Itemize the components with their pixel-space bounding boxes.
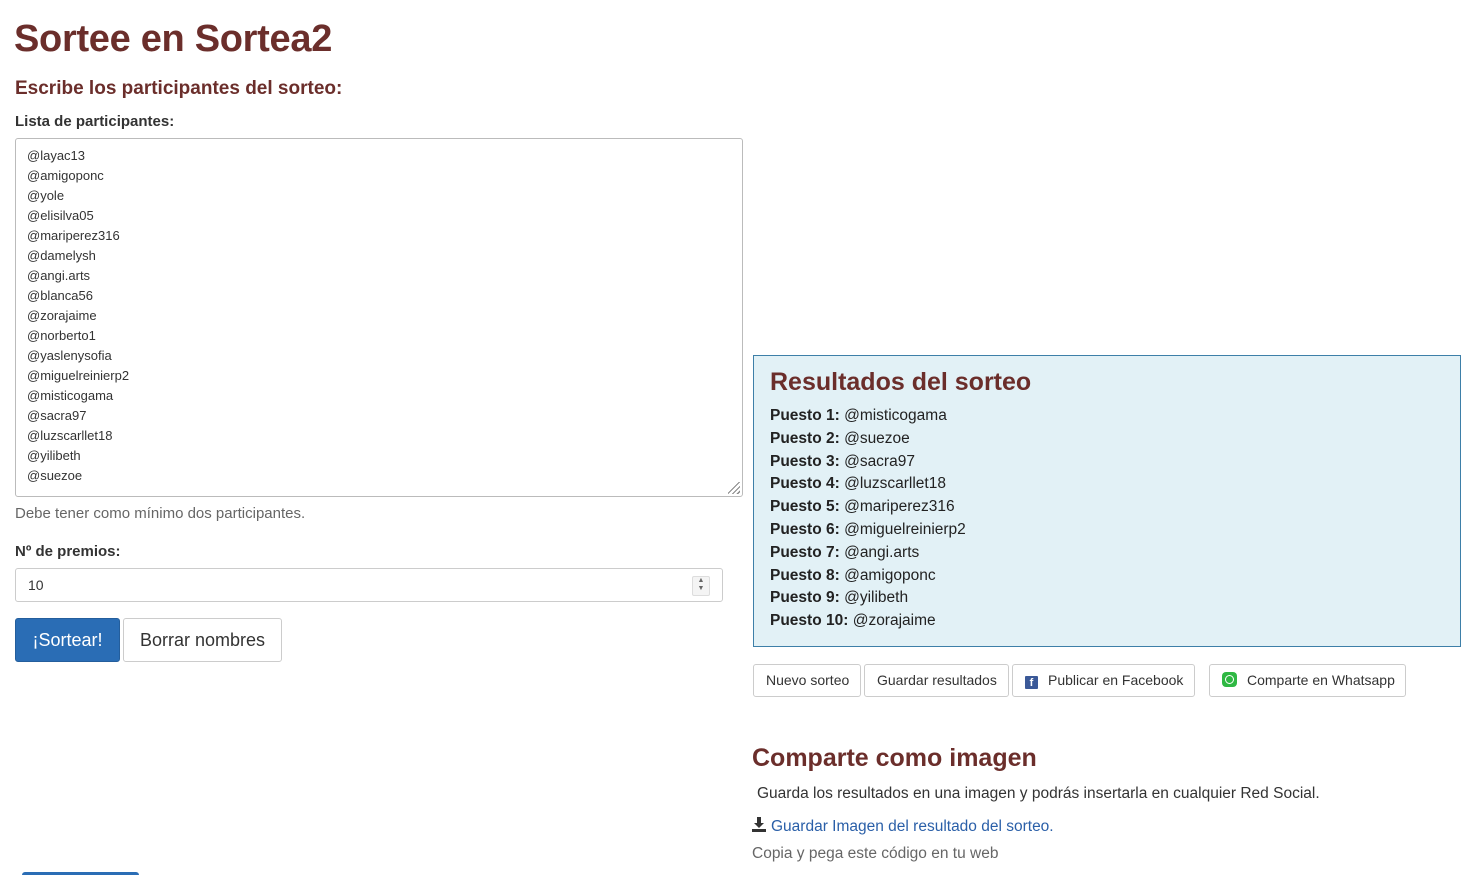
participant-line: @misticogama [27, 388, 114, 403]
result-position-label: Puesto 2: [770, 429, 840, 447]
participant-line: @miguelreinierp2 [27, 368, 130, 383]
participant-line: @sacra97 [27, 408, 87, 423]
result-winner: @mariperez316 [844, 498, 955, 516]
result-row: Puesto 7: @angi.arts [770, 542, 1444, 565]
result-position-label: Puesto 1: [770, 407, 840, 424]
copy-code-text: Copia y pega este código en tu web [752, 845, 999, 862]
participant-line: @yilibeth [27, 448, 81, 463]
result-winner: @luzscarllet18 [844, 475, 946, 493]
result-winner: @angi.arts [844, 543, 920, 561]
result-winner: @miguelreinierp2 [844, 520, 966, 538]
whatsapp-share-button[interactable]: Comparte en Whatsapp [1209, 664, 1406, 697]
result-row: Puesto 4: @luzscarllet18 [770, 473, 1444, 496]
results-list: Puesto 1: @misticogama Puesto 2: @suezoe P… [770, 405, 1444, 633]
participant-line: @elisilva05 [27, 208, 94, 223]
facebook-icon: f [1025, 676, 1038, 689]
facebook-share-button[interactable]: f Publicar en Facebook [1012, 664, 1195, 697]
prizes-number-input[interactable]: 10 ▲ ▼ [15, 568, 723, 602]
results-title: Resultados del sorteo [770, 368, 1032, 396]
participant-line: @mariperez316 [27, 228, 120, 243]
result-position-label: Puesto 5: [770, 498, 840, 516]
result-position-label: Puesto 6: [770, 520, 840, 538]
participant-line: @norberto1 [27, 328, 96, 343]
result-winner: @zorajaime [852, 612, 936, 630]
result-row: Puesto 8: @amigoponc [770, 565, 1444, 588]
result-row: Puesto 9: @yilibeth [770, 587, 1444, 610]
result-row: Puesto 2: @suezoe [770, 428, 1444, 451]
whatsapp-share-label: Comparte en Whatsapp [1247, 672, 1395, 688]
number-spinner-icon[interactable]: ▲ ▼ [692, 576, 710, 596]
result-winner: @suezoe [844, 429, 910, 447]
result-position-label: Puesto 3: [770, 452, 840, 470]
result-position-label: Puesto 7: [770, 543, 840, 561]
result-row: Puesto 6: @miguelreinierp2 [770, 519, 1444, 542]
draw-button[interactable]: ¡Sortear! [15, 618, 120, 662]
result-row: Puesto 10: @zorajaime [770, 610, 1444, 633]
save-results-button[interactable]: Guardar resultados [864, 664, 1009, 697]
prizes-value: 10 [28, 577, 44, 593]
participant-line: @yole [27, 188, 65, 203]
participant-line: @damelysh [27, 248, 96, 263]
participants-help-text: Debe tener como mínimo dos participantes… [15, 505, 306, 522]
participants-list: @layac13 @amigoponc @yole @elisilva05 @marip… [27, 146, 731, 486]
page-title: Sortee en Sortea2 [14, 18, 333, 60]
download-image-link[interactable]: Guardar Imagen del resultado del sorteo. [752, 817, 1054, 836]
download-image-label: Guardar Imagen del resultado del sorteo. [771, 818, 1054, 835]
result-winner: @amigoponc [844, 566, 936, 584]
result-position-label: Puesto 4: [770, 475, 840, 493]
page-subtitle: Escribe los participantes del sorteo: [15, 78, 343, 99]
clear-names-button[interactable]: Borrar nombres [123, 618, 282, 662]
result-winner: @sacra97 [844, 452, 915, 470]
participant-line: @amigoponc [27, 168, 104, 183]
participant-line: @yaslenysofia [27, 348, 112, 363]
result-position-label: Puesto 10: [770, 612, 849, 630]
prizes-label: Nº de premios: [15, 543, 121, 560]
participant-line: @angi.arts [27, 268, 91, 283]
participant-line: @layac13 [27, 148, 86, 163]
participants-label: Lista de participantes: [15, 113, 175, 130]
result-winner: @misticogama [844, 407, 947, 424]
participant-line: @blanca56 [27, 288, 93, 303]
participants-textarea[interactable]: @layac13 @amigoponc @yole @elisilva05 @marip… [15, 138, 743, 497]
result-row: Puesto 3: @sacra97 [770, 451, 1444, 474]
share-image-description: Guarda los resultados en una imagen y po… [757, 785, 1320, 802]
result-position-label: Puesto 9: [770, 589, 840, 607]
result-winner: @yilibeth [844, 589, 909, 607]
whatsapp-icon [1222, 672, 1237, 687]
share-image-title: Comparte como imagen [752, 744, 1037, 772]
new-draw-button[interactable]: Nuevo sorteo [753, 664, 861, 697]
result-row: Puesto 1: @misticogama [770, 405, 1444, 428]
participant-line: @luzscarllet18 [27, 428, 113, 443]
download-icon [752, 817, 766, 833]
facebook-share-label: Publicar en Facebook [1048, 672, 1184, 688]
page: Sortee en Sortea2 Escribe los participan… [0, 0, 1476, 875]
results-panel: Resultados del sorteo Puesto 1: @mistico… [753, 355, 1461, 647]
resize-handle-icon[interactable] [728, 482, 740, 494]
participant-line: @zorajaime [27, 308, 97, 323]
result-position-label: Puesto 8: [770, 566, 840, 584]
participant-line: @suezoe [27, 468, 83, 483]
result-row: Puesto 5: @mariperez316 [770, 496, 1444, 519]
